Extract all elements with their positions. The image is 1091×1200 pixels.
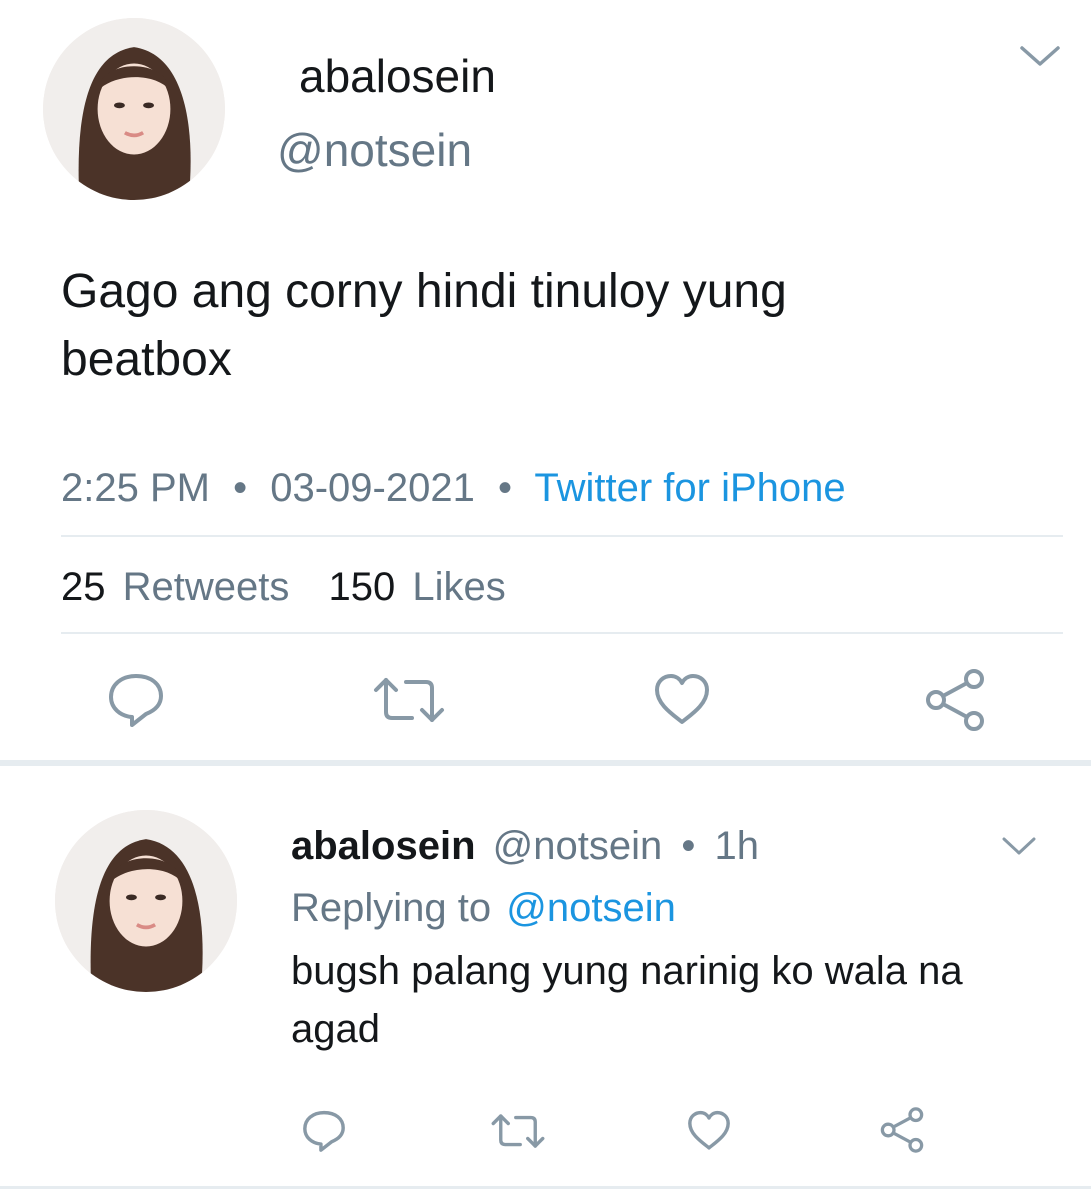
speech-bubble-icon xyxy=(303,1110,345,1152)
retweet-arrows-icon xyxy=(491,1114,545,1148)
retweet-arrows-icon xyxy=(374,678,444,722)
tweet-date[interactable]: 03-09-2021 xyxy=(270,466,475,510)
tweet-meta: 2:25 PM • 03-09-2021 • Twitter for iPhon… xyxy=(61,464,846,512)
tweet-source-link[interactable]: Twitter for iPhone xyxy=(534,466,845,510)
share-button[interactable] xyxy=(922,668,988,732)
tweet-separator xyxy=(0,760,1091,766)
replying-prefix: Replying to xyxy=(291,886,492,930)
like-count: 150 xyxy=(328,565,396,609)
share-button[interactable] xyxy=(878,1106,926,1154)
replying-to-link[interactable]: @notsein xyxy=(506,886,676,930)
heart-icon xyxy=(655,674,709,724)
meta-separator: • xyxy=(681,824,696,868)
replying-to-line: Replying to @notsein xyxy=(291,884,676,932)
reply-display-name[interactable]: abalosein xyxy=(291,824,476,868)
reply-handle[interactable]: @notsein xyxy=(493,824,663,868)
avatar-photo xyxy=(55,810,237,992)
reply-author-avatar[interactable] xyxy=(55,810,237,992)
like-label: Likes xyxy=(412,565,506,609)
share-icon xyxy=(880,1107,924,1153)
like-stat[interactable]: 150 Likes xyxy=(329,565,506,609)
meta-separator: • xyxy=(233,466,248,510)
divider xyxy=(61,535,1063,537)
reply-text: bugsh palang yung narinig ko wala na aga… xyxy=(291,949,963,1051)
meta-separator: • xyxy=(497,466,512,510)
author-handle[interactable]: @notsein xyxy=(277,122,472,178)
retweet-stat[interactable]: 25 Retweets xyxy=(61,565,301,609)
avatar-photo xyxy=(43,18,225,200)
reply-button[interactable] xyxy=(104,670,168,730)
reply-header: abalosein @notsein • 1h xyxy=(291,822,759,870)
bottom-divider xyxy=(0,1186,1091,1189)
author-avatar[interactable] xyxy=(43,18,225,200)
reply-button[interactable] xyxy=(300,1108,348,1154)
heart-icon xyxy=(688,1110,730,1150)
retweet-button[interactable] xyxy=(490,1110,546,1152)
tweet-stats: 25 Retweets 150 Likes xyxy=(61,563,506,611)
chevron-down-icon[interactable] xyxy=(1000,834,1038,858)
reply-time[interactable]: 1h xyxy=(715,824,760,868)
tweet-time[interactable]: 2:25 PM xyxy=(61,466,210,510)
author-display-name[interactable]: abalosein xyxy=(299,48,496,104)
share-icon xyxy=(926,669,984,731)
tweet-text: Gago ang corny hindi tinuloy yung beatbo… xyxy=(61,265,787,386)
retweet-label: Retweets xyxy=(122,565,290,609)
like-button[interactable] xyxy=(686,1108,732,1154)
speech-bubble-icon xyxy=(109,674,163,727)
chevron-down-icon[interactable] xyxy=(1018,42,1062,70)
divider xyxy=(61,632,1063,634)
retweet-button[interactable] xyxy=(372,672,446,728)
retweet-count: 25 xyxy=(61,565,106,609)
like-button[interactable] xyxy=(651,670,713,730)
